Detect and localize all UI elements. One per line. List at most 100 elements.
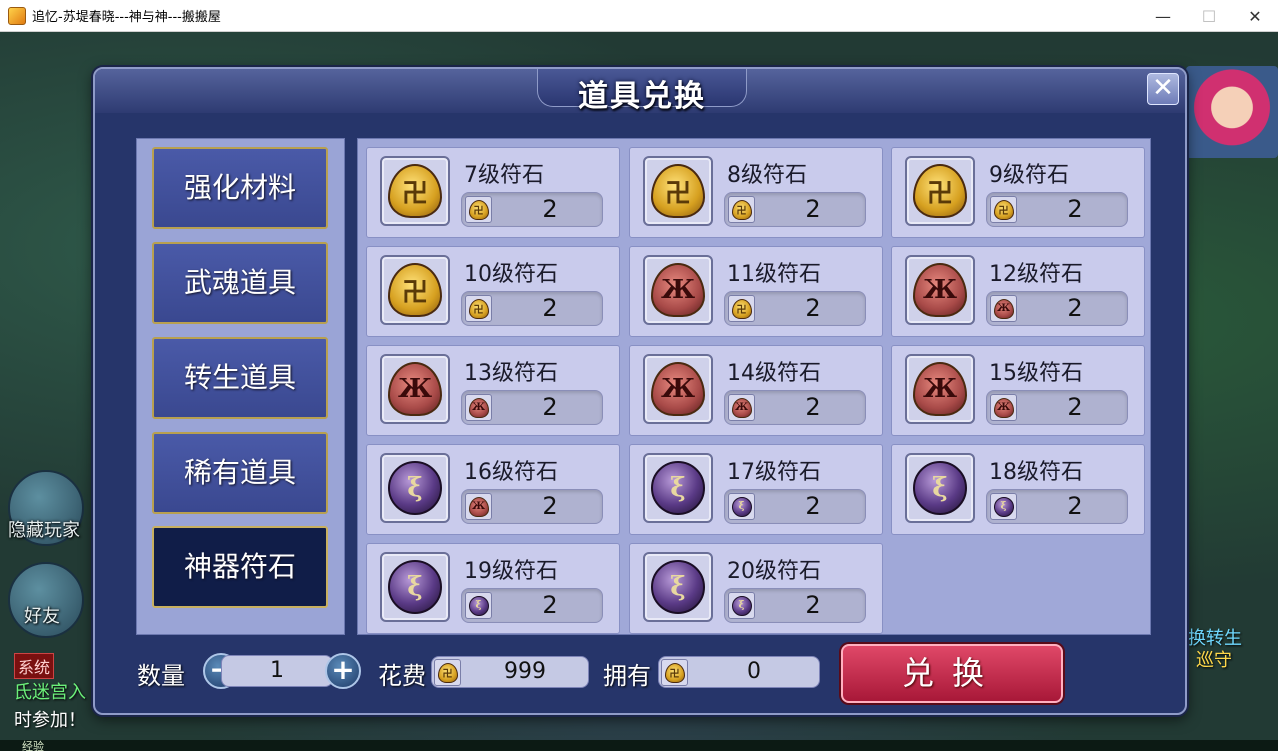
item-cost-value: 2 (805, 591, 821, 619)
item-cost-value: 2 (1067, 393, 1083, 421)
item-cost-value: 2 (542, 591, 558, 619)
item-card[interactable]: ξ 18级符石 ξ 2 (891, 444, 1145, 535)
runestone-icon: 卍 (380, 156, 450, 226)
window-close-button[interactable]: ✕ (1232, 0, 1278, 32)
item-card[interactable]: ξ 17级符石 ξ 2 (629, 444, 883, 535)
red-runestone-icon: Ж (731, 397, 752, 418)
gold-runestone-icon: 卍 (993, 199, 1014, 220)
gold-runestone-icon: 卍 (913, 164, 967, 218)
cost-runestone-icon: ξ (728, 493, 755, 520)
item-cost-value: 2 (542, 492, 558, 520)
category-tab-rare[interactable]: 稀有道具 (152, 432, 328, 514)
item-cost-box: Ж2 (986, 291, 1128, 326)
item-cost-value: 2 (542, 195, 558, 223)
item-card[interactable]: Ж 13级符石 Ж 2 (366, 345, 620, 436)
window-controls: — ☐ ✕ (1140, 0, 1278, 32)
item-name: 15级符石 (989, 361, 1083, 386)
item-cost-box: 卍2 (461, 291, 603, 326)
category-tab-rebirth[interactable]: 转生道具 (152, 337, 328, 419)
purple-runestone-icon: ξ (913, 461, 967, 515)
quantity-input[interactable]: 1 (221, 655, 333, 687)
cost-label: 花费 (378, 662, 426, 690)
gold-runestone-icon: 卍 (468, 199, 489, 220)
gold-runestone-icon: 卍 (388, 263, 442, 317)
dialog-title: 道具兑换 (578, 79, 706, 114)
item-card[interactable]: Ж 15级符石 Ж 2 (891, 345, 1145, 436)
exchange-button[interactable]: 兑换 (841, 644, 1063, 703)
friends-label: 好友 (24, 606, 60, 627)
maximize-button[interactable]: ☐ (1186, 0, 1232, 32)
item-cost-value: 2 (542, 294, 558, 322)
category-panel: 强化材料 武魂道具 转生道具 稀有道具 神器符石 (136, 138, 345, 635)
item-card[interactable]: ξ 19级符石 ξ 2 (366, 543, 620, 634)
item-cost-box: Ж2 (724, 390, 866, 425)
item-card[interactable]: Ж 11级符石卍 2 (629, 246, 883, 337)
category-tab-enhance[interactable]: 强化材料 (152, 147, 328, 229)
item-name: 8级符石 (727, 163, 807, 188)
item-card[interactable]: ξ 20级符石 ξ 2 (629, 543, 883, 634)
purple-runestone-icon: ξ (468, 595, 489, 616)
red-runestone-icon: Ж (993, 397, 1014, 418)
category-tab-weapon-soul[interactable]: 武魂道具 (152, 242, 328, 324)
item-cost-value: 2 (1067, 492, 1083, 520)
item-name: 19级符石 (464, 559, 558, 584)
cost-box: 卍 999 (431, 656, 589, 688)
exp-label: 经验 (22, 740, 44, 751)
minimize-button[interactable]: — (1140, 0, 1186, 32)
cost-runestone-icon: 卍 (990, 196, 1017, 223)
item-name: 12级符石 (989, 262, 1083, 287)
item-card[interactable]: Ж 14级符石 Ж 2 (629, 345, 883, 436)
runestone-icon: Ж (905, 255, 975, 325)
item-cost-box: Ж2 (461, 489, 603, 524)
increase-quantity-button[interactable]: + (325, 653, 361, 689)
runestone-icon: Ж (643, 255, 713, 325)
cost-currency-icon: 卍 (434, 659, 461, 686)
item-card[interactable]: 卍 7级符石卍 2 (366, 147, 620, 238)
runestone-icon: 卍 (380, 255, 450, 325)
item-name: 11级符石 (727, 262, 821, 287)
cost-runestone-icon: ξ (990, 493, 1017, 520)
item-card[interactable]: 卍 10级符石卍 2 (366, 246, 620, 337)
runestone-icon: ξ (905, 453, 975, 523)
item-cost-box: 卍2 (724, 291, 866, 326)
hud-quest-text[interactable]: 巡守 (1196, 646, 1232, 672)
item-cost-value: 2 (805, 393, 821, 421)
cost-runestone-icon: ξ (728, 592, 755, 619)
item-cost-box: Ж2 (986, 390, 1128, 425)
window-title: 追忆-苏堤春晓---神与神---搬搬屋 (32, 10, 221, 25)
exp-bar (0, 740, 1278, 751)
item-name: 13级符石 (464, 361, 558, 386)
cost-runestone-icon: Ж (465, 493, 492, 520)
runestone-icon: ξ (643, 453, 713, 523)
runestone-icon: ξ (380, 453, 450, 523)
player-portrait[interactable] (1186, 66, 1278, 158)
cost-runestone-icon: ξ (465, 592, 492, 619)
item-name: 9级符石 (989, 163, 1069, 188)
item-cost-value: 2 (1067, 294, 1083, 322)
cost-runestone-icon: 卍 (728, 196, 755, 223)
item-grid: 卍 7级符石卍 2 卍 8级符石卍 2 卍 9级符石卍 2 卍 10级符石卍 2 Ж 11级符石卍 2 Ж 12… (357, 138, 1151, 635)
item-card[interactable]: 卍 8级符石卍 2 (629, 147, 883, 238)
item-card[interactable]: 卍 9级符石卍 2 (891, 147, 1145, 238)
window-titlebar: 追忆-苏堤春晓---神与神---搬搬屋 — ☐ ✕ (0, 0, 1278, 32)
system-tag: 系统 (14, 653, 55, 679)
purple-runestone-icon: ξ (731, 595, 752, 616)
own-currency-icon: 卍 (661, 659, 688, 686)
item-cost-box: ξ2 (986, 489, 1128, 524)
item-name: 7级符石 (464, 163, 544, 188)
item-card[interactable]: ξ 16级符石 Ж 2 (366, 444, 620, 535)
item-cost-box: 卍2 (986, 192, 1128, 227)
item-name: 20级符石 (727, 559, 821, 584)
item-cost-box: Ж2 (461, 390, 603, 425)
item-card[interactable]: Ж 12级符石 Ж 2 (891, 246, 1145, 337)
gold-runestone-icon: 卍 (468, 298, 489, 319)
item-name: 18级符石 (989, 460, 1083, 485)
item-cost-box: ξ2 (724, 489, 866, 524)
category-tab-artifact-runestone[interactable]: 神器符石 (152, 526, 328, 608)
own-value: 0 (747, 659, 761, 684)
close-icon[interactable]: ✕ (1147, 73, 1179, 105)
item-name: 17级符石 (727, 460, 821, 485)
cost-runestone-icon: 卍 (465, 196, 492, 223)
item-name: 14级符石 (727, 361, 821, 386)
purple-runestone-icon: ξ (651, 560, 705, 614)
